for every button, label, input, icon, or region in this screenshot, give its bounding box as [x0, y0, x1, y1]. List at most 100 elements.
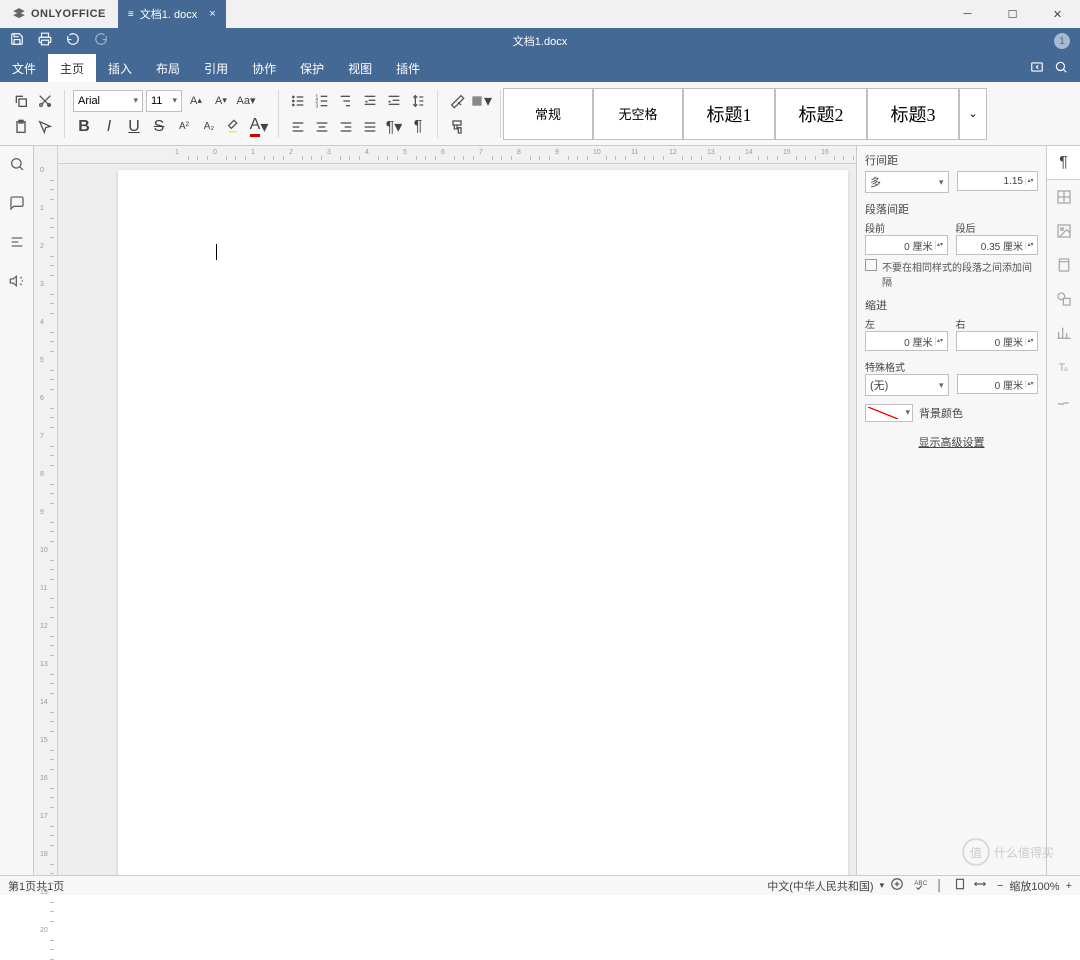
vertical-ruler[interactable]: 01234567891011121314151617181920 [34, 146, 58, 875]
style-h1[interactable]: 标题1 [683, 88, 775, 140]
paste-icon[interactable] [10, 116, 32, 138]
user-badge[interactable]: 1 [1054, 33, 1070, 49]
menu-view[interactable]: 视图 [336, 54, 384, 82]
special-by[interactable]: 0 厘米▴▾ [957, 374, 1039, 394]
horizontal-ruler[interactable]: 10123456789101112131415161718 [58, 146, 856, 164]
clear-format-icon[interactable] [446, 90, 468, 112]
line-spacing-mode[interactable]: 多▾ [865, 171, 949, 193]
pilcrow-icon[interactable]: ¶▾ [383, 116, 405, 138]
spellcheck-icon[interactable]: ABC [912, 877, 928, 894]
tab-paragraph[interactable]: ¶ [1046, 146, 1080, 180]
bold-icon[interactable]: B [73, 116, 95, 138]
close-tab-icon[interactable]: × [209, 8, 215, 20]
dedent-icon[interactable] [359, 90, 381, 112]
status-page[interactable]: 第1页共1页 [8, 878, 64, 894]
format-painter-icon[interactable] [446, 116, 468, 138]
justify-icon[interactable] [359, 116, 381, 138]
superscript-icon[interactable]: A² [173, 116, 195, 138]
align-center-icon[interactable] [311, 116, 333, 138]
align-left-icon[interactable] [287, 116, 309, 138]
menu-home[interactable]: 主页 [48, 54, 96, 82]
style-nospace[interactable]: 无空格 [593, 88, 683, 140]
style-h2[interactable]: 标题2 [775, 88, 867, 140]
tab-header-footer[interactable] [1047, 248, 1080, 282]
tab-image[interactable] [1047, 214, 1080, 248]
menu-plugins[interactable]: 插件 [384, 54, 432, 82]
comments-icon[interactable] [9, 195, 25, 216]
copy-icon[interactable] [10, 90, 32, 112]
menu-layout[interactable]: 布局 [144, 54, 192, 82]
change-case-icon[interactable]: Aa▾ [235, 90, 257, 112]
indent-left[interactable]: 0 厘米▴▾ [865, 331, 948, 351]
quickbar: 文档1.docx 1 [0, 28, 1080, 54]
space-after[interactable]: 0.35 厘米▴▾ [956, 235, 1039, 255]
close-button[interactable]: ✕ [1035, 0, 1080, 28]
increase-font-icon[interactable]: A▴ [185, 90, 207, 112]
headings-icon[interactable] [9, 234, 25, 255]
fit-page-icon[interactable] [953, 877, 967, 894]
maximize-button[interactable]: ☐ [990, 0, 1035, 28]
style-h3[interactable]: 标题3 [867, 88, 959, 140]
open-location-icon[interactable] [1030, 60, 1044, 77]
indent-right[interactable]: 0 厘米▴▾ [956, 331, 1039, 351]
strike-icon[interactable]: S [148, 116, 170, 138]
multilevel-icon[interactable] [335, 90, 357, 112]
doc-tab[interactable]: ≡ 文档1. docx × [118, 0, 226, 28]
special-combo[interactable]: (无)▾ [865, 374, 949, 396]
subscript-icon[interactable]: A₂ [198, 116, 220, 138]
font-size-combo[interactable]: 11▾ [146, 90, 182, 112]
shading-icon[interactable]: ▾ [470, 90, 492, 112]
menu-file[interactable]: 文件 [0, 54, 48, 82]
find-icon[interactable] [9, 156, 25, 177]
nonprinting-icon[interactable]: ¶ [407, 116, 429, 138]
indent-label: 缩进 [865, 297, 1038, 313]
zoom-in-icon[interactable]: + [1066, 880, 1072, 892]
style-normal[interactable]: 常规 [503, 88, 593, 140]
indent-icon[interactable] [383, 90, 405, 112]
feedback-icon[interactable] [9, 273, 25, 294]
numbering-icon[interactable]: 123 [311, 90, 333, 112]
tab-chart[interactable] [1047, 316, 1080, 350]
italic-icon[interactable]: I [98, 116, 120, 138]
tab-table[interactable] [1047, 180, 1080, 214]
statusbar: 第1页共1页 中文(中华人民共和国) ▾ ABC │ − 缩放100% + [0, 875, 1080, 895]
select-icon[interactable] [34, 116, 56, 138]
right-tabs: ¶ Ta [1046, 146, 1080, 875]
redo-icon[interactable] [94, 32, 108, 51]
menu-insert[interactable]: 插入 [96, 54, 144, 82]
no-space-same-style-checkbox[interactable]: 不要在相同样式的段落之间添加间隔 [865, 259, 1038, 289]
line-spacing-value[interactable]: 1.15▴▾ [957, 171, 1039, 191]
save-icon[interactable] [10, 32, 24, 51]
bg-color-swatch[interactable]: ▾ [865, 404, 913, 422]
line-spacing-icon[interactable] [407, 90, 429, 112]
before-label: 段前 [865, 220, 948, 235]
search-icon[interactable] [1054, 60, 1068, 77]
svg-text:a: a [1064, 366, 1068, 373]
advanced-settings-link[interactable]: 显示高级设置 [865, 434, 1038, 450]
menu-references[interactable]: 引用 [192, 54, 240, 82]
font-name-combo[interactable]: Arial▾ [73, 90, 143, 112]
track-changes-icon[interactable] [890, 877, 904, 894]
underline-icon[interactable]: U [123, 116, 145, 138]
tab-shape[interactable] [1047, 282, 1080, 316]
menu-collab[interactable]: 协作 [240, 54, 288, 82]
page[interactable] [118, 170, 848, 875]
undo-icon[interactable] [66, 32, 80, 51]
font-color-icon[interactable]: A▾ [248, 116, 270, 138]
print-icon[interactable] [38, 32, 52, 51]
tab-signature[interactable] [1047, 384, 1080, 418]
tab-textart[interactable]: Ta [1047, 350, 1080, 384]
status-zoom[interactable]: 缩放100% [1009, 878, 1059, 894]
decrease-font-icon[interactable]: A▾ [210, 90, 232, 112]
minimize-button[interactable]: ─ [945, 0, 990, 28]
status-lang[interactable]: 中文(中华人民共和国) [767, 878, 873, 894]
bullets-icon[interactable] [287, 90, 309, 112]
cut-icon[interactable] [34, 90, 56, 112]
zoom-out-icon[interactable]: − [997, 880, 1003, 892]
space-before[interactable]: 0 厘米▴▾ [865, 235, 948, 255]
align-right-icon[interactable] [335, 116, 357, 138]
menu-protect[interactable]: 保护 [288, 54, 336, 82]
style-more[interactable]: ⌄ [959, 88, 987, 140]
highlight-icon[interactable] [223, 116, 245, 138]
fit-width-icon[interactable] [973, 877, 987, 894]
